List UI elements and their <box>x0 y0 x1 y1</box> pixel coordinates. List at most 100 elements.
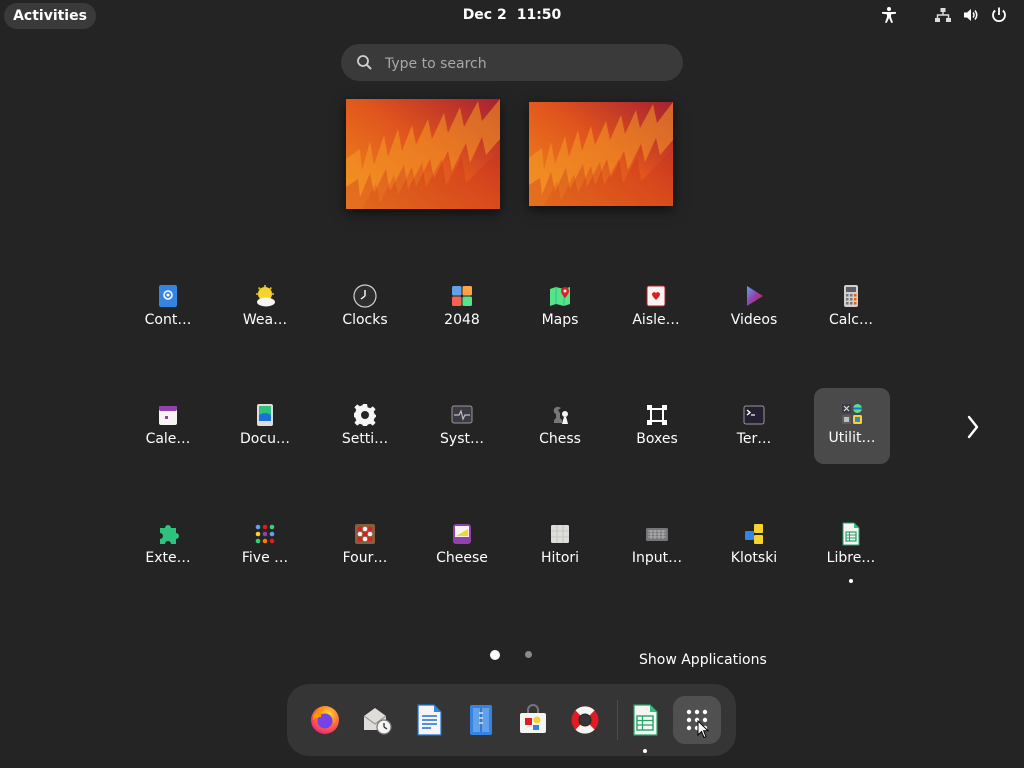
app-klotski[interactable]: Klotski <box>716 508 792 584</box>
app-label: Calc… <box>829 312 873 328</box>
app-label: Four… <box>342 550 388 566</box>
search-icon <box>356 54 373 75</box>
app-chess[interactable]: Chess <box>522 389 598 465</box>
app-label: Videos <box>730 312 778 328</box>
app-label: Maps <box>541 312 579 328</box>
app-label: Boxes <box>636 431 678 447</box>
volume-icon[interactable] <box>962 6 980 24</box>
app-label: Utilit… <box>828 430 876 446</box>
dock-software[interactable] <box>509 696 557 744</box>
date-label[interactable]: Dec 2 <box>463 7 507 23</box>
app-folder-utilities[interactable]: Utilit… <box>814 388 890 464</box>
boxes-icon <box>645 403 669 427</box>
contacts-icon <box>156 284 180 308</box>
app-boxes[interactable]: Boxes <box>619 389 695 465</box>
app-label: Docu… <box>240 431 290 447</box>
app-calendar[interactable]: Cale… <box>130 389 206 465</box>
activities-button[interactable]: Activities <box>4 3 96 29</box>
app-aisleriot[interactable]: Aisle… <box>618 270 694 346</box>
app-input-method[interactable]: Input… <box>619 508 695 584</box>
app-label: Ter… <box>736 431 772 447</box>
running-indicator <box>643 749 647 753</box>
page-indicator-2[interactable] <box>525 651 532 658</box>
maps-icon <box>548 284 572 308</box>
klotski-icon <box>742 522 766 546</box>
aisleriot-icon <box>644 284 668 308</box>
terminal-icon <box>742 403 766 427</box>
app-label: Cheese <box>436 550 488 566</box>
videos-icon <box>742 284 766 308</box>
app-label: Setti… <box>341 431 389 447</box>
running-indicator <box>849 579 853 583</box>
app-videos[interactable]: Videos <box>716 270 792 346</box>
four-in-a-row-icon <box>353 522 377 546</box>
search-input[interactable] <box>383 44 667 83</box>
input-method-icon <box>645 522 669 546</box>
dock-text-editor[interactable] <box>457 696 505 744</box>
weather-icon <box>253 284 277 308</box>
dock-evolution[interactable] <box>353 696 401 744</box>
app-label: Syst… <box>440 431 484 447</box>
app-document-viewer[interactable]: Docu… <box>227 389 303 465</box>
app-clocks[interactable]: Clocks <box>327 270 403 346</box>
app-cheese[interactable]: Cheese <box>424 508 500 584</box>
app-maps[interactable]: Maps <box>522 270 598 346</box>
accessibility-icon[interactable] <box>880 6 898 24</box>
app-label: Chess <box>539 431 581 447</box>
2048-icon <box>450 284 474 308</box>
calendar-icon <box>156 403 180 427</box>
utilities-folder-icon <box>840 402 864 426</box>
app-hitori[interactable]: Hitori <box>522 508 598 584</box>
page-indicator-1[interactable] <box>490 650 500 660</box>
system-monitor-icon <box>450 403 474 427</box>
app-label: Libre… <box>826 550 876 566</box>
five-or-more-icon <box>253 522 277 546</box>
clocks-icon <box>353 284 377 308</box>
app-extensions[interactable]: Exte… <box>130 508 206 584</box>
dock-libreoffice-writer[interactable] <box>405 696 453 744</box>
search-bar[interactable] <box>341 44 683 83</box>
date-time: Dec 2 11:50 <box>0 7 1024 23</box>
app-system-monitor[interactable]: Syst… <box>424 389 500 465</box>
settings-icon <box>353 403 377 427</box>
app-settings[interactable]: Setti… <box>327 389 403 465</box>
workspace-thumbnail-1[interactable] <box>346 99 500 209</box>
power-icon[interactable] <box>990 6 1008 24</box>
app-four-in-a-row[interactable]: Four… <box>327 508 403 584</box>
dash-dock <box>287 684 736 756</box>
network-icon[interactable] <box>934 6 952 24</box>
document-viewer-icon <box>253 403 277 427</box>
dock-separator <box>617 700 618 740</box>
app-2048[interactable]: 2048 <box>424 270 500 346</box>
app-label: 2048 <box>444 312 480 328</box>
dock-help[interactable] <box>561 696 609 744</box>
app-label: Input… <box>631 550 683 566</box>
app-label: Five … <box>241 550 289 566</box>
calculator-icon <box>839 284 863 308</box>
app-label: Aisle… <box>632 312 680 328</box>
libreoffice-calc-icon <box>839 522 863 546</box>
extensions-icon <box>156 522 180 546</box>
app-calculator[interactable]: Calc… <box>813 270 889 346</box>
top-bar: Activities Dec 2 11:50 <box>0 0 1024 32</box>
app-weather[interactable]: Wea… <box>227 270 303 346</box>
app-label: Cont… <box>144 312 192 328</box>
app-label: Exte… <box>145 550 191 566</box>
app-terminal[interactable]: Ter… <box>716 389 792 465</box>
dock-libreoffice-calc[interactable] <box>621 696 669 753</box>
chess-icon <box>548 403 572 427</box>
time-label[interactable]: 11:50 <box>517 7 562 23</box>
dock-firefox[interactable] <box>301 696 349 744</box>
app-libreoffice-calc[interactable]: Libre… <box>813 508 889 584</box>
show-applications-tooltip: Show Applications <box>639 652 767 668</box>
workspace-thumbnail-2[interactable] <box>529 102 673 206</box>
cheese-icon <box>450 522 474 546</box>
app-label: Wea… <box>242 312 288 328</box>
app-contacts[interactable]: Cont… <box>130 270 206 346</box>
app-label: Clocks <box>342 312 388 328</box>
app-label: Hitori <box>540 550 580 566</box>
mouse-cursor-icon <box>697 719 710 743</box>
hitori-icon <box>548 522 572 546</box>
app-five-or-more[interactable]: Five … <box>227 508 303 584</box>
next-page-chevron-icon[interactable] <box>960 410 986 444</box>
